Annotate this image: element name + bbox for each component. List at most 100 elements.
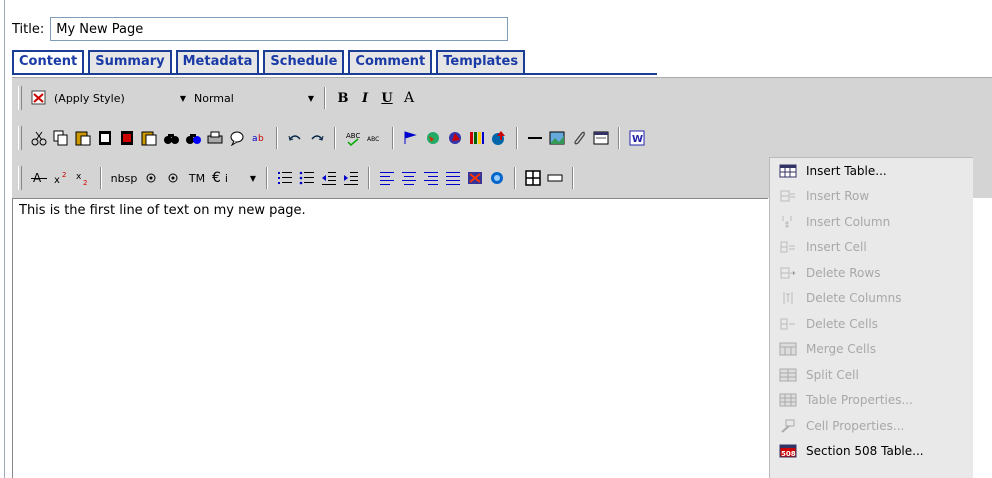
menu-item-split-cell[interactable]: Split Cell [770,362,973,388]
registered-icon[interactable] [163,168,183,188]
menu-item-delete-cells[interactable]: Delete Cells [770,311,973,337]
align-left-icon[interactable] [377,168,397,188]
table-icon[interactable] [523,168,543,188]
paste-html-icon[interactable] [139,128,159,148]
copyright-icon[interactable] [141,168,161,188]
font-color-button[interactable]: A [399,88,419,108]
anchor-flag-icon[interactable] [401,128,421,148]
toolbar-separator [514,167,516,189]
style-dropdown[interactable]: (Apply Style) ▼ [50,88,190,108]
section-508-icon: 508 [776,442,800,460]
undo-icon[interactable] [285,128,305,148]
euro-glyph: € [212,170,221,186]
toolbar-separator [392,127,394,149]
nbsp-button[interactable]: nbsp [109,168,139,188]
library-link-icon[interactable] [445,128,465,148]
editor-content-area[interactable]: This is the first line of text on my new… [12,198,768,478]
menu-item-section-508-table[interactable]: 508 Section 508 Table... [770,439,973,465]
underline-button[interactable]: U [377,88,397,108]
strikethrough-icon[interactable]: A [29,168,49,188]
menu-item-delete-rows[interactable]: Delete Rows [770,260,973,286]
numbered-list-icon[interactable] [275,168,295,188]
insert-table-icon [776,162,800,180]
editor-first-line[interactable]: This is the first line of text on my new… [19,203,306,218]
apply-style-icon[interactable] [29,88,49,108]
toolbar-grip[interactable] [18,126,22,150]
toolbar-row-format: (Apply Style) ▼ Normal ▼ B I U A [12,80,420,116]
menu-item-delete-columns[interactable]: Delete Columns [770,286,973,312]
svg-text:ABC: ABC [367,136,379,143]
image-icon[interactable] [547,128,567,148]
paste-text-icon[interactable] [95,128,115,148]
toolbar-separator [334,127,336,149]
italic-button[interactable]: I [355,88,375,108]
subscript-icon[interactable]: x2 [73,168,93,188]
print-icon[interactable] [205,128,225,148]
tab-summary[interactable]: Summary [88,50,172,74]
menu-item-label: Delete Rows [806,265,881,280]
spell-check-icon[interactable]: ABC [343,128,363,148]
tab-bar: Content Summary Metadata Schedule Commen… [12,50,526,74]
comment-icon[interactable] [227,128,247,148]
menu-item-cell-properties[interactable]: Cell Properties... [770,413,973,439]
title-input[interactable] [50,17,509,41]
tab-schedule[interactable]: Schedule [263,50,345,74]
align-right-icon[interactable] [421,168,441,188]
replace-icon[interactable] [183,128,203,148]
cut-icon[interactable] [29,128,49,148]
paste-icon[interactable] [73,128,93,148]
attach-icon[interactable] [569,128,589,148]
upload-icon[interactable] [489,128,509,148]
menu-item-label: Merge Cells [806,342,876,357]
toolbar-row-edit: ab ABC ABC W [12,120,648,156]
format-dropdown[interactable]: Normal ▼ [190,88,318,108]
remove-format-icon[interactable] [465,168,485,188]
form-field-icon[interactable] [591,128,611,148]
window-border [4,0,5,478]
bold-button[interactable]: B [333,88,353,108]
insert-column-icon [776,213,800,231]
toolbar-grip[interactable] [18,166,22,190]
superscript-icon[interactable]: x2 [51,168,71,188]
tab-metadata[interactable]: Metadata [175,50,260,74]
paste-word-icon[interactable] [117,128,137,148]
abc-icon[interactable]: ABC [365,128,385,148]
align-center-icon[interactable] [399,168,419,188]
redo-icon[interactable] [307,128,327,148]
tab-content[interactable]: Content [12,50,85,74]
menu-item-insert-cell[interactable]: Insert Cell [770,235,973,261]
style-dropdown-value: (Apply Style) [54,91,125,105]
spellcheck-icon[interactable]: ab [249,128,269,148]
delete-cells-icon [776,315,800,333]
copy-icon[interactable] [51,128,71,148]
bullet-list-icon[interactable] [297,168,317,188]
trademark-button[interactable]: TM [185,168,209,188]
special-character-dropdown[interactable]: € i ▼ [210,168,260,188]
toolbar-grip[interactable] [18,86,22,110]
tab-templates[interactable]: Templates [436,50,526,74]
menu-item-insert-table[interactable]: Insert Table... [770,158,973,184]
justify-icon[interactable] [443,168,463,188]
special-char-value: i [224,171,228,185]
menu-item-label: Insert Cell [806,240,867,255]
color-picker-icon[interactable] [487,168,507,188]
menu-item-label: Table Properties... [806,393,913,408]
svg-text:ABC: ABC [346,132,360,140]
word-icon[interactable]: W [627,128,647,148]
menu-item-merge-cells[interactable]: Merge Cells [770,337,973,363]
menu-item-insert-column[interactable]: Insert Column [770,209,973,235]
hyperlink-icon[interactable] [423,128,443,148]
horizontal-rule-icon[interactable] [525,128,545,148]
menu-item-insert-row[interactable]: Insert Row [770,184,973,210]
menu-item-label: Delete Cells [806,316,878,331]
menu-item-table-properties[interactable]: Table Properties... [770,388,973,414]
toolbar-separator [266,167,268,189]
find-icon[interactable] [161,128,181,148]
library-icon[interactable] [467,128,487,148]
outdent-icon[interactable] [319,168,339,188]
menu-item-label: Insert Column [806,214,891,229]
indent-icon[interactable] [341,168,361,188]
tab-comment[interactable]: Comment [348,50,433,74]
form-input-icon[interactable] [545,168,565,188]
menu-item-label: Section 508 Table... [806,444,924,459]
